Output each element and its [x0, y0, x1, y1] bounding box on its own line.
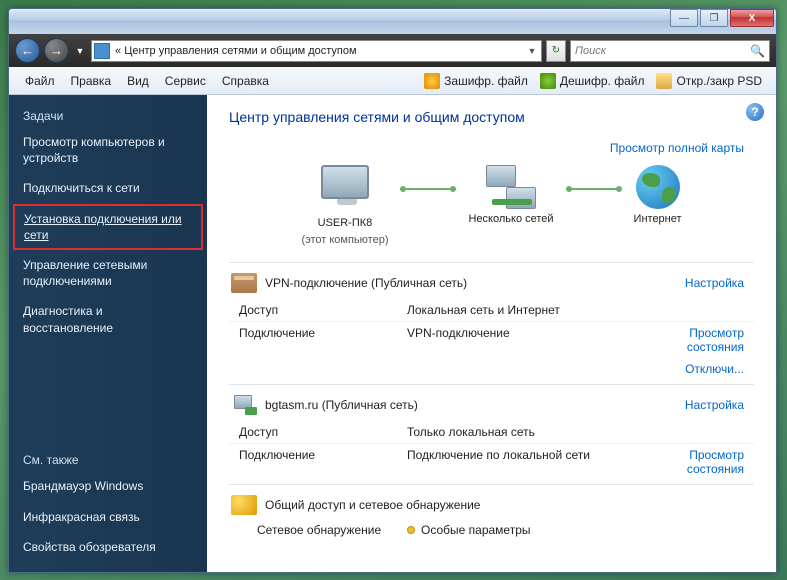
- networks-icon: [486, 165, 536, 209]
- section-title: VPN-подключение (Публичная сеть): [265, 276, 685, 290]
- address-dropdown-icon[interactable]: ▼: [525, 46, 539, 56]
- computer-icon: [321, 165, 369, 199]
- sidebar-also-internet-options[interactable]: Свойства обозревателя: [9, 532, 207, 562]
- connection-line: [400, 165, 456, 213]
- address-bar[interactable]: « Центр управления сетями и общим доступ…: [91, 40, 542, 62]
- table-row: Сетевое обнаружение Особые параметры: [229, 521, 754, 541]
- globe-icon: [636, 165, 680, 209]
- content: ? Центр управления сетями и общим доступ…: [207, 95, 776, 572]
- minimize-button[interactable]: —: [670, 9, 698, 27]
- network-icon: [231, 395, 257, 415]
- section-title: bgtasm.ru (Публичная сеть): [265, 398, 685, 412]
- refresh-button[interactable]: ↻: [546, 40, 566, 62]
- customize-link[interactable]: Настройка: [685, 276, 744, 290]
- search-input[interactable]: [575, 45, 750, 57]
- table-row: Отключи...: [229, 358, 754, 380]
- section-vpn: VPN-подключение (Публичная сеть) Настрой…: [229, 262, 754, 384]
- location-icon: [94, 43, 110, 59]
- maximize-button[interactable]: ❐: [700, 9, 728, 27]
- search-box[interactable]: 🔍: [570, 40, 770, 62]
- sidebar: Задачи Просмотр компьютеров и устройств …: [9, 95, 207, 572]
- sidebar-item-diagnose[interactable]: Диагностика и восстановление: [9, 296, 207, 342]
- folder-icon: [656, 73, 672, 89]
- customize-link[interactable]: Настройка: [685, 398, 744, 412]
- table-row: Доступ Только локальная сеть: [229, 421, 754, 444]
- sidebar-item-setup-connection[interactable]: Установка подключения или сети: [13, 204, 203, 250]
- view-status-link[interactable]: Просмотр состояния: [687, 448, 744, 476]
- page-title: Центр управления сетями и общим доступом: [229, 109, 754, 125]
- table-row: Подключение VPN-подключение Просмотр сос…: [229, 322, 754, 358]
- node-this-pc[interactable]: USER-ПК8 (этот компьютер): [301, 165, 388, 248]
- sidebar-item-connect[interactable]: Подключиться к сети: [9, 173, 207, 203]
- status-dot-icon: [407, 526, 415, 534]
- tool-decrypt[interactable]: Дешифр. файл: [534, 73, 651, 89]
- bench-icon: [231, 273, 257, 293]
- node-internet[interactable]: Интернет: [634, 165, 682, 226]
- search-icon[interactable]: 🔍: [750, 44, 765, 58]
- section-lan: bgtasm.ru (Публичная сеть) Настройка Дос…: [229, 384, 754, 484]
- close-button[interactable]: X: [730, 9, 774, 27]
- back-button[interactable]: ←: [15, 38, 40, 63]
- sidebar-header: Задачи: [9, 105, 207, 127]
- help-icon[interactable]: ?: [746, 103, 764, 121]
- sidebar-also-firewall[interactable]: Брандмауэр Windows: [9, 471, 207, 501]
- disconnect-link[interactable]: Отключи...: [685, 362, 744, 376]
- table-row: Доступ Локальная сеть и Интернет: [229, 299, 754, 322]
- nav-history-dropdown[interactable]: ▼: [73, 46, 87, 56]
- sidebar-also-infrared[interactable]: Инфракрасная связь: [9, 502, 207, 532]
- menu-tools[interactable]: Сервис: [157, 74, 214, 88]
- node-networks[interactable]: Несколько сетей: [468, 165, 553, 226]
- table-row: Подключение Подключение по локальной сет…: [229, 444, 754, 480]
- menu-edit[interactable]: Правка: [63, 74, 120, 88]
- view-status-link[interactable]: Просмотр состояния: [687, 326, 744, 354]
- menu-help[interactable]: Справка: [214, 74, 277, 88]
- network-map: USER-ПК8 (этот компьютер) Несколько сете…: [229, 165, 754, 248]
- menu-view[interactable]: Вид: [119, 74, 157, 88]
- breadcrumb-prefix: «: [115, 45, 121, 57]
- breadcrumb: Центр управления сетями и общим доступом: [124, 45, 356, 57]
- connection-line: [566, 165, 622, 213]
- menu-file[interactable]: Файл: [17, 74, 63, 88]
- section-sharing: Общий доступ и сетевое обнаружение Сетев…: [229, 484, 754, 545]
- sidebar-also-header: См. также: [9, 449, 207, 471]
- sharing-icon: [231, 495, 257, 515]
- window: — ❐ X ← → ▼ « Центр управления сетями и …: [8, 8, 777, 573]
- menu-bar: Файл Правка Вид Сервис Справка Зашифр. ф…: [9, 67, 776, 95]
- sidebar-item-manage-connections[interactable]: Управление сетевыми подключениями: [9, 250, 207, 296]
- unlock-icon: [540, 73, 556, 89]
- view-full-map-link[interactable]: Просмотр полной карты: [610, 141, 744, 155]
- tool-encrypt[interactable]: Зашифр. файл: [418, 73, 534, 89]
- forward-button[interactable]: →: [44, 38, 69, 63]
- section-title: Общий доступ и сетевое обнаружение: [265, 498, 744, 512]
- lock-icon: [424, 73, 440, 89]
- body: Задачи Просмотр компьютеров и устройств …: [9, 95, 776, 572]
- tool-psd[interactable]: Откр./закр PSD: [650, 73, 768, 89]
- titlebar: — ❐ X: [9, 9, 776, 34]
- sidebar-item-view-computers[interactable]: Просмотр компьютеров и устройств: [9, 127, 207, 173]
- nav-bar: ← → ▼ « Центр управления сетями и общим …: [9, 34, 776, 67]
